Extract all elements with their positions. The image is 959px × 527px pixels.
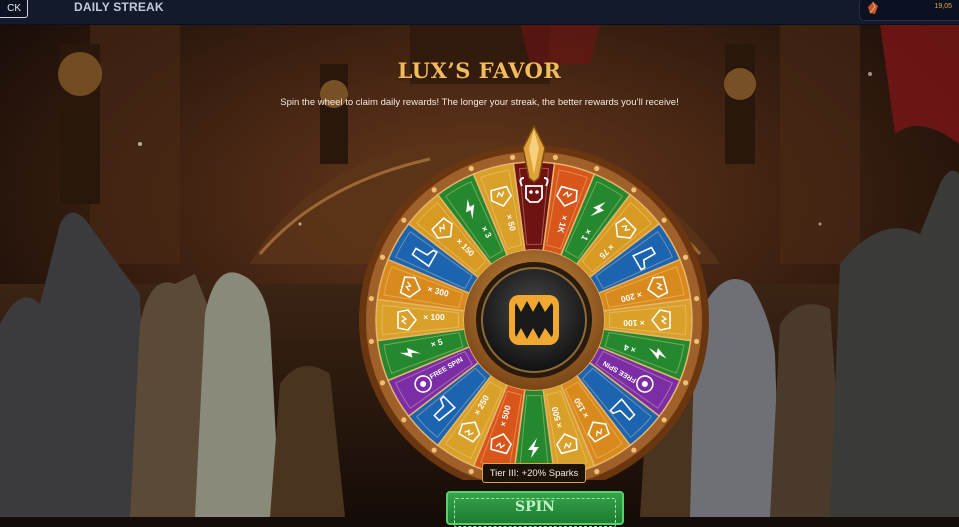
monster-mouth-icon bbox=[509, 295, 559, 345]
rim-stud bbox=[694, 339, 699, 344]
currency-display: 19,05 bbox=[859, 0, 959, 21]
rim-stud bbox=[694, 296, 699, 301]
wheel-segment-label: × 100 bbox=[623, 318, 645, 328]
rim-stud bbox=[380, 255, 385, 260]
tier-badge: Tier III: +20% Sparks bbox=[482, 463, 586, 483]
rim-stud bbox=[401, 417, 406, 422]
rim-stud bbox=[662, 218, 667, 223]
rim-stud bbox=[510, 155, 515, 160]
rim-stud bbox=[469, 166, 474, 171]
rim-stud bbox=[469, 469, 474, 474]
top-bar: CK DAILY STREAK 19,05 bbox=[0, 0, 959, 25]
rim-stud bbox=[683, 255, 688, 260]
prize-wheel[interactable]: × 1K× 1× 75× 200× 100× 4FREE SPIN× 150× … bbox=[359, 120, 709, 485]
spin-button-label: SPIN bbox=[448, 499, 622, 515]
rim-stud bbox=[369, 339, 374, 344]
rim-stud bbox=[631, 187, 636, 192]
rim-stud bbox=[369, 296, 374, 301]
currency-value: 19,05 bbox=[934, 3, 952, 10]
page-title: DAILY STREAK bbox=[74, 0, 164, 14]
wheel-subtitle: Spin the wheel to claim daily rewards! T… bbox=[0, 97, 959, 108]
wheel-title: LUX’S FAVOR bbox=[0, 58, 959, 83]
rim-stud bbox=[631, 448, 636, 453]
rim-stud bbox=[662, 417, 667, 422]
spin-button[interactable]: SPIN bbox=[446, 491, 624, 525]
rim-stud bbox=[594, 469, 599, 474]
rim-stud bbox=[432, 448, 437, 453]
rim-stud bbox=[553, 155, 558, 160]
back-button[interactable]: CK bbox=[0, 0, 28, 18]
prize-wheel-graphic: × 1K× 1× 75× 200× 100× 4FREE SPIN× 150× … bbox=[359, 120, 709, 480]
rim-stud bbox=[432, 187, 437, 192]
gem-icon bbox=[866, 1, 880, 20]
rim-stud bbox=[401, 218, 406, 223]
rim-stud bbox=[380, 380, 385, 385]
rim-stud bbox=[683, 380, 688, 385]
rim-stud bbox=[594, 166, 599, 171]
wheel-segment-label: × 100 bbox=[423, 312, 445, 322]
